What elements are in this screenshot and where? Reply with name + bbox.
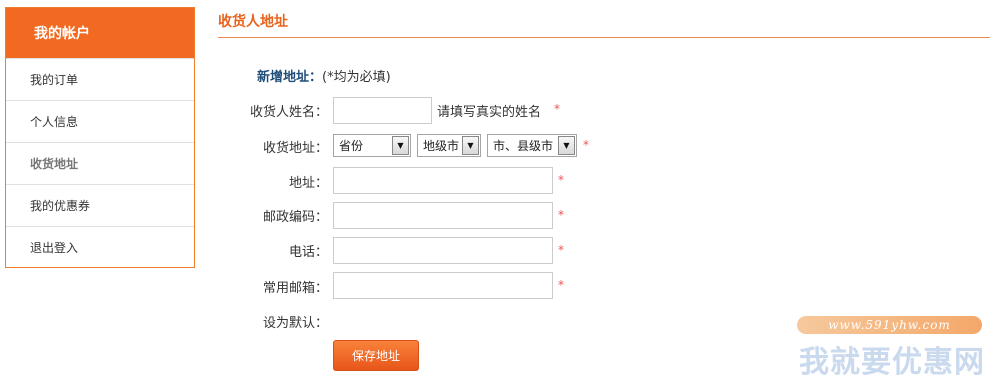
address-input[interactable] [333, 167, 553, 194]
phone-input[interactable] [333, 237, 553, 264]
watermark-logo: 我就要优惠网 [799, 345, 985, 380]
phone-label: 电话： [288, 245, 328, 260]
address-label: 地址： [288, 176, 328, 191]
postcode-input[interactable] [333, 202, 553, 229]
region-label: 收货地址： [262, 141, 328, 156]
sidebar-item-logout[interactable]: 退出登入 [6, 226, 194, 268]
city-select-value: 地级市 [423, 139, 460, 153]
sidebar-header: 我的帐户 [6, 8, 194, 58]
postcode-label: 邮政编码： [262, 210, 328, 225]
county-select[interactable]: 市、县级市 ▼ [487, 134, 577, 157]
postcode-required-mark: * [558, 208, 564, 222]
new-address-header: 新增地址： (*均为必填) [257, 66, 391, 85]
name-required-mark: * [554, 102, 560, 116]
city-select[interactable]: 地级市 ▼ [417, 134, 481, 157]
required-hint: (*均为必填) [322, 70, 391, 85]
page-title: 收货人地址 [218, 14, 288, 30]
sidebar-item-addresses[interactable]: 收货地址 [6, 142, 194, 184]
region-required-mark: * [583, 138, 589, 152]
sidebar-item-profile[interactable]: 个人信息 [6, 100, 194, 142]
save-address-button[interactable]: 保存地址 [333, 340, 419, 371]
new-address-label: 新增地址： [257, 70, 323, 85]
email-required-mark: * [558, 278, 564, 292]
phone-required-mark: * [558, 243, 564, 257]
name-hint: 请填写真实的姓名 [437, 105, 542, 120]
chevron-down-icon: ▼ [392, 136, 409, 155]
account-sidebar: 我的帐户 我的订单 个人信息 收货地址 我的优惠券 退出登入 [5, 7, 195, 268]
name-label: 收货人姓名： [249, 105, 328, 120]
county-select-value: 市、县级市 [493, 139, 554, 153]
email-label: 常用邮箱： [262, 281, 328, 296]
province-select[interactable]: 省份 ▼ [333, 134, 411, 157]
address-required-mark: * [558, 173, 564, 187]
default-label: 设为默认： [262, 316, 328, 331]
province-select-value: 省份 [339, 139, 364, 153]
chevron-down-icon: ▼ [462, 136, 479, 155]
email-input[interactable] [333, 272, 553, 299]
chevron-down-icon: ▼ [558, 136, 575, 155]
receiver-name-input[interactable] [333, 97, 432, 124]
watermark-url: www.591yhw.com [797, 316, 982, 334]
sidebar-item-coupons[interactable]: 我的优惠券 [6, 184, 194, 226]
title-divider [218, 37, 990, 38]
sidebar-item-orders[interactable]: 我的订单 [6, 58, 194, 100]
